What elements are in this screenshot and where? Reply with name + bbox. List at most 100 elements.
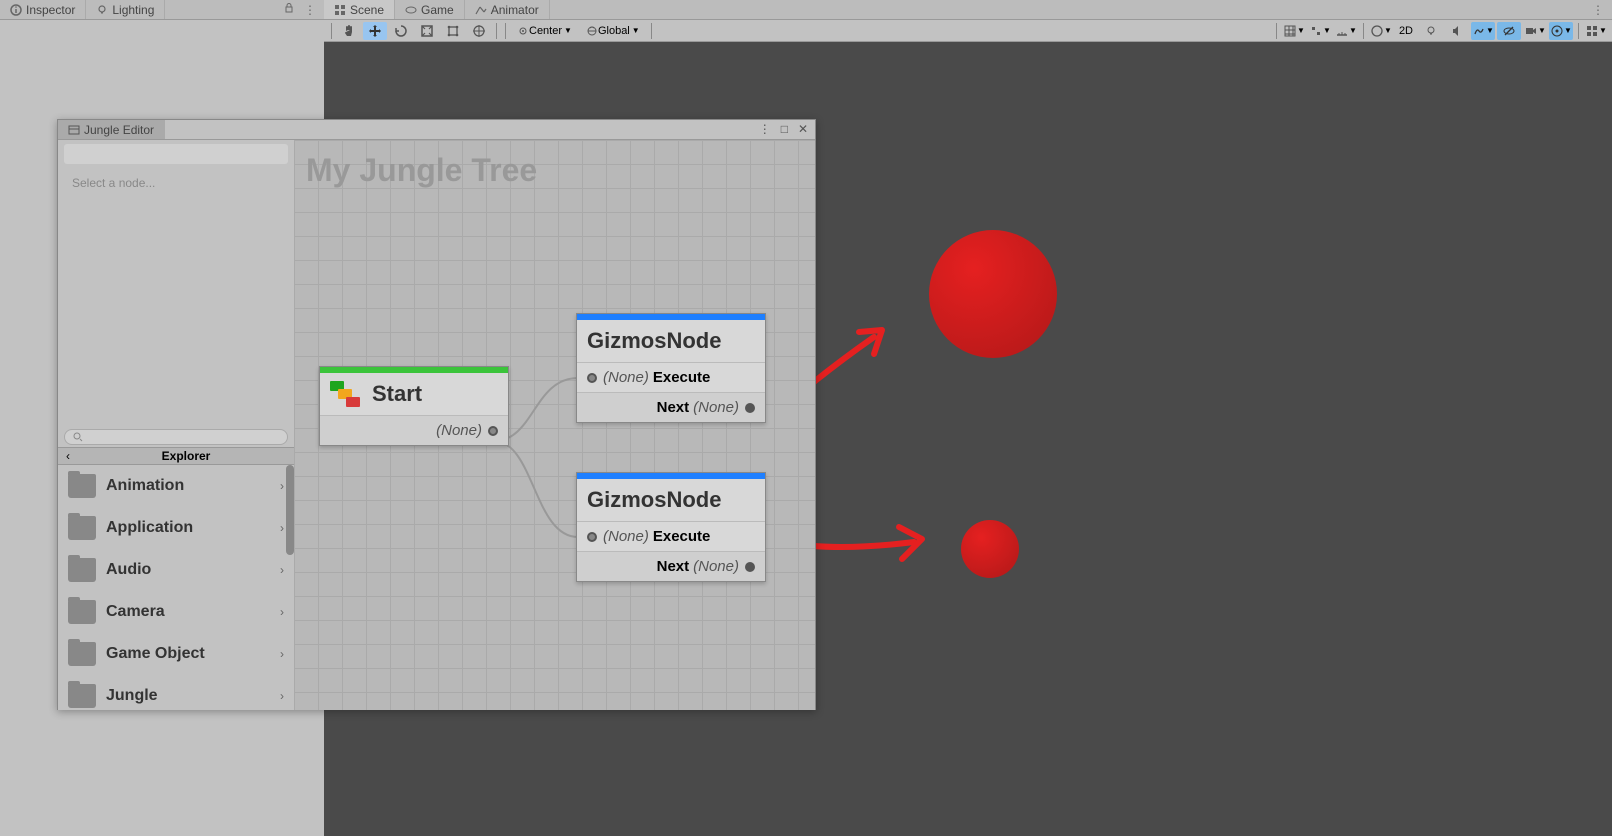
hand-tool-button[interactable]	[337, 22, 361, 40]
port-type-label: (None)	[603, 528, 649, 545]
rect-tool-button[interactable]	[441, 22, 465, 40]
camera-button[interactable]: ▼	[1523, 22, 1547, 40]
chevron-right-icon: ›	[280, 563, 284, 577]
node-output-port-row[interactable]: Next (None)	[577, 392, 765, 422]
output-port-icon[interactable]	[745, 562, 755, 572]
explorer-folder-camera[interactable]: Camera›	[58, 591, 294, 633]
scale-tool-button[interactable]	[415, 22, 439, 40]
port-label: (None)	[436, 422, 482, 439]
port-type-label: (None)	[693, 399, 739, 416]
jungle-editor-icon	[68, 124, 80, 136]
tab-label: Scene	[350, 3, 384, 17]
explorer-folder-animation[interactable]: Animation›	[58, 465, 294, 507]
scene-toolbar: Center ▼ Global ▼ ▼ ▼ ▼ ▼ 2D ▼	[324, 20, 1612, 42]
tab-inspector[interactable]: Inspector	[0, 0, 86, 19]
window-menu-icon[interactable]: ⋮	[756, 122, 774, 136]
explorer-folder-audio[interactable]: Audio›	[58, 549, 294, 591]
tab-context-menu-icon[interactable]: ⋮	[304, 3, 316, 17]
snap-settings-button[interactable]: ▼	[1334, 22, 1358, 40]
jungle-editor-window[interactable]: Jungle Editor ⋮ □ ✕ Select a node... ‹ E…	[57, 119, 816, 710]
tab-lighting[interactable]: Lighting	[86, 0, 165, 19]
explorer-folder-jungle[interactable]: Jungle›	[58, 675, 294, 710]
node-title: GizmosNode	[587, 487, 721, 513]
output-port-icon[interactable]	[488, 426, 498, 436]
lighting-toggle-button[interactable]	[1419, 22, 1443, 40]
handle-rotation-dropdown[interactable]: Global ▼	[580, 25, 646, 37]
graph-node-gizmos-2[interactable]: GizmosNode (None) Execute Next (None)	[576, 472, 766, 582]
tab-jungle-editor[interactable]: Jungle Editor	[58, 120, 165, 139]
transform-tool-button[interactable]	[467, 22, 491, 40]
output-port-icon[interactable]	[745, 403, 755, 413]
jungle-graph-canvas[interactable]: My Jungle Tree Start (None)	[294, 140, 815, 710]
lock-icon[interactable]	[284, 3, 294, 16]
node-output-port-row[interactable]: (None)	[320, 415, 508, 445]
node-placeholder-text: Select a node...	[58, 168, 294, 198]
grid-snap-button[interactable]: ▼	[1282, 22, 1306, 40]
pivot-mode-dropdown[interactable]: Center ▼	[511, 25, 578, 37]
tab-animator[interactable]: Animator	[465, 0, 550, 19]
graph-node-gizmos-1[interactable]: GizmosNode (None) Execute Next (None)	[576, 313, 766, 423]
jungle-sidebar: Select a node... ‹ Explorer Animation› A…	[58, 140, 294, 710]
chevron-right-icon: ›	[280, 521, 284, 535]
graph-node-start[interactable]: Start (None)	[319, 366, 509, 446]
increment-snap-button[interactable]: ▼	[1308, 22, 1332, 40]
explorer-search-input[interactable]	[64, 429, 288, 445]
node-properties-box[interactable]	[64, 144, 288, 164]
handle-label: Global	[598, 25, 630, 37]
audio-toggle-button[interactable]	[1445, 22, 1469, 40]
port-type-label: (None)	[603, 369, 649, 386]
port-label: Execute	[653, 369, 711, 386]
explorer-title: Explorer	[78, 449, 294, 463]
node-input-port-row[interactable]: (None) Execute	[577, 362, 765, 392]
gizmo-sphere-small	[961, 520, 1019, 578]
folder-label: Application	[106, 519, 280, 537]
folder-label: Jungle	[106, 687, 280, 705]
tab-label: Lighting	[112, 3, 154, 17]
chevron-right-icon: ›	[280, 647, 284, 661]
search-icon	[73, 432, 83, 442]
explorer-header: ‹ Explorer	[58, 447, 294, 465]
port-label: Execute	[653, 528, 711, 545]
start-node-icon	[330, 381, 364, 407]
rotate-tool-button[interactable]	[389, 22, 413, 40]
dropdown-arrow-icon: ▼	[632, 26, 640, 35]
explorer-folder-game-object[interactable]: Game Object›	[58, 633, 294, 675]
tab-game[interactable]: Game	[395, 0, 465, 19]
node-output-port-row[interactable]: Next (None)	[577, 551, 765, 581]
node-title: Start	[372, 381, 422, 407]
folder-label: Camera	[106, 603, 280, 621]
folder-label: Game Object	[106, 645, 280, 663]
move-tool-button[interactable]	[363, 22, 387, 40]
overlays-menu-button[interactable]: ▼	[1584, 22, 1608, 40]
folder-icon	[68, 642, 96, 666]
input-port-icon[interactable]	[587, 532, 597, 542]
tab-label: Animator	[491, 3, 539, 17]
explorer-back-button[interactable]: ‹	[58, 449, 78, 463]
node-input-port-row[interactable]: (None) Execute	[577, 521, 765, 551]
folder-label: Animation	[106, 477, 280, 495]
tab-context-menu-icon[interactable]: ⋮	[1592, 3, 1604, 17]
gizmos-toggle-button[interactable]: ▼	[1549, 22, 1573, 40]
folder-icon	[68, 516, 96, 540]
fx-toggle-button[interactable]: ▼	[1471, 22, 1495, 40]
2d-toggle-button[interactable]: 2D	[1395, 22, 1417, 40]
window-close-icon[interactable]: ✕	[795, 122, 811, 136]
jungle-tab-bar: Jungle Editor ⋮ □ ✕	[58, 120, 815, 140]
top-tab-bar: Inspector Lighting ⋮ Scene Game	[0, 0, 1612, 20]
scene-visibility-button[interactable]	[1497, 22, 1521, 40]
pivot-label: Center	[529, 25, 562, 37]
port-type-label: (None)	[693, 558, 739, 575]
explorer-folder-application[interactable]: Application›	[58, 507, 294, 549]
window-maximize-icon[interactable]: □	[778, 122, 791, 136]
port-label: Next	[657, 558, 690, 575]
folder-icon	[68, 684, 96, 708]
tab-scene[interactable]: Scene	[324, 0, 395, 19]
chevron-right-icon: ›	[280, 605, 284, 619]
folder-label: Audio	[106, 561, 280, 579]
input-port-icon[interactable]	[587, 373, 597, 383]
draw-mode-button[interactable]: ▼	[1369, 22, 1393, 40]
scene-icon	[334, 4, 346, 16]
animator-icon	[475, 4, 487, 16]
tab-label: Jungle Editor	[84, 123, 154, 137]
node-title: GizmosNode	[587, 328, 721, 354]
